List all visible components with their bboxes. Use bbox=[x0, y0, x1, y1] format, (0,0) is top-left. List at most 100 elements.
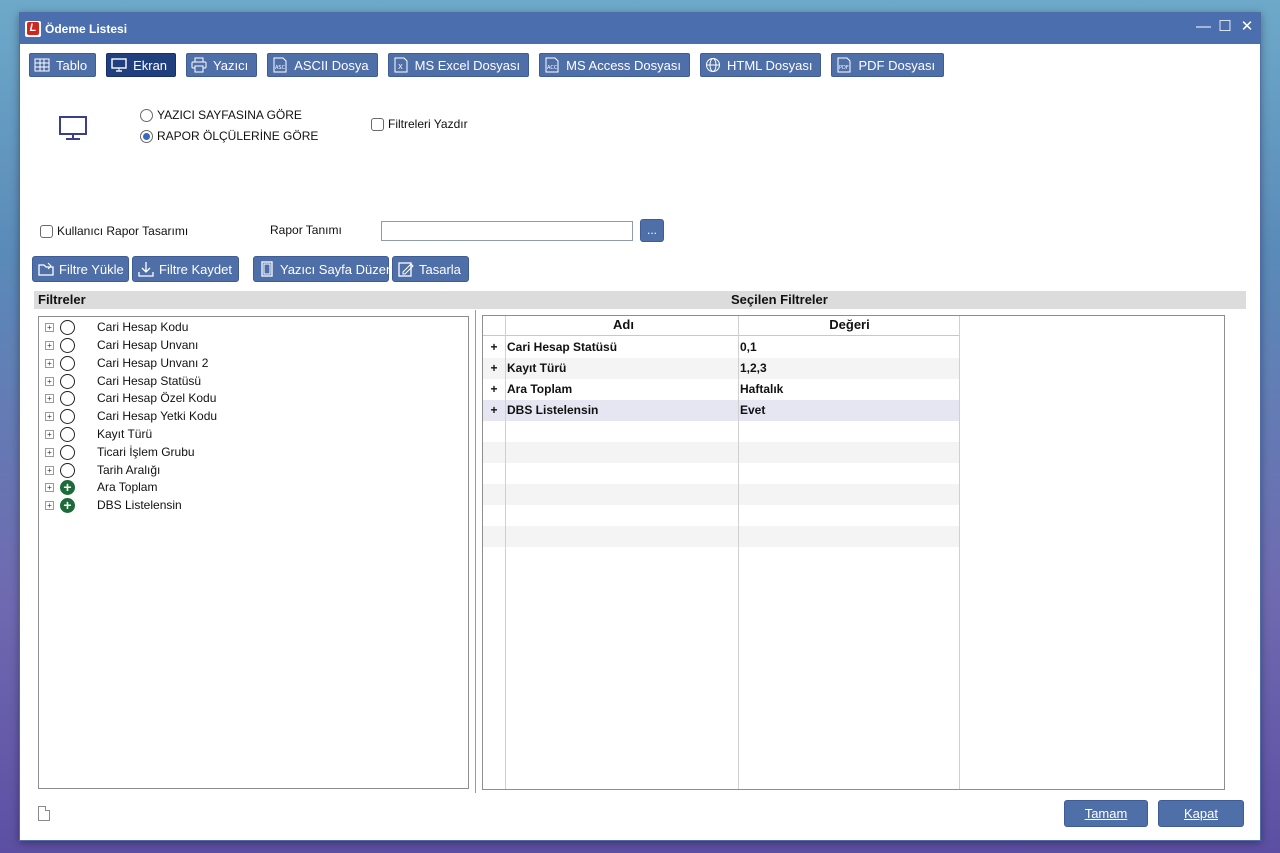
column-header-value[interactable]: Değeri bbox=[740, 317, 959, 332]
tree-item-label: Cari Hesap Unvanı bbox=[97, 338, 199, 352]
tab-pdf[interactable]: PDF PDF Dosyası bbox=[831, 53, 945, 77]
tree-item-label: Cari Hesap Unvanı 2 bbox=[97, 356, 209, 370]
svg-text:X: X bbox=[398, 63, 403, 71]
expand-icon[interactable]: + bbox=[45, 340, 54, 350]
row-expand-marker[interactable]: + bbox=[489, 403, 499, 417]
empty-status-icon bbox=[60, 462, 75, 478]
grid-row[interactable]: + Ara Toplam Haftalık bbox=[483, 379, 959, 400]
report-size-radio[interactable] bbox=[140, 129, 153, 143]
output-tabs: Tablo Ekran Yazıcı ASC ASCII Dosya X MS … bbox=[29, 53, 954, 77]
tree-item-label: Cari Hesap Yetki Kodu bbox=[97, 409, 218, 423]
option-user-report-design[interactable]: Kullanıcı Rapor Tasarımı bbox=[40, 224, 188, 238]
browse-report-button[interactable]: ... bbox=[640, 219, 664, 242]
user-report-design-checkbox[interactable] bbox=[40, 224, 53, 238]
tab-ascii[interactable]: ASC ASCII Dosya bbox=[267, 53, 378, 77]
expand-icon[interactable]: + bbox=[45, 393, 54, 403]
minimize-button[interactable]: — bbox=[1196, 19, 1211, 35]
screen-output-icon bbox=[57, 112, 89, 144]
expand-icon[interactable]: + bbox=[45, 376, 54, 386]
empty-status-icon bbox=[60, 444, 75, 460]
title-bar: L Ödeme Listesi — ☐ ✕ bbox=[20, 13, 1260, 44]
expand-icon[interactable]: + bbox=[45, 500, 54, 510]
tree-item-label: DBS Listelensin bbox=[97, 498, 182, 512]
grid-header: Adı Değeri bbox=[483, 316, 959, 336]
save-filter-label: Filtre Kaydet bbox=[159, 261, 232, 277]
row-expand-marker[interactable]: + bbox=[489, 382, 499, 396]
row-expand-marker[interactable]: + bbox=[489, 340, 499, 354]
expand-icon[interactable]: + bbox=[45, 411, 54, 421]
option-print-filters[interactable]: Filtreleri Yazdır bbox=[371, 117, 468, 131]
window-title: Ödeme Listesi bbox=[45, 21, 128, 36]
grid-row[interactable]: + Cari Hesap Statüsü 0,1 bbox=[483, 337, 959, 358]
design-edit-icon bbox=[397, 260, 415, 278]
print-filters-label: Filtreleri Yazdır bbox=[388, 117, 468, 131]
empty-grid-row bbox=[483, 526, 959, 547]
tab-access[interactable]: ACC MS Access Dosyası bbox=[539, 53, 690, 77]
column-separator bbox=[959, 316, 960, 789]
empty-status-icon bbox=[60, 408, 75, 424]
column-separator bbox=[738, 316, 739, 789]
row-value: Haftalık bbox=[740, 382, 784, 396]
row-name: Kayıt Türü bbox=[507, 361, 567, 375]
user-report-design-label: Kullanıcı Rapor Tasarımı bbox=[57, 224, 189, 238]
empty-grid-row bbox=[483, 547, 959, 568]
expand-icon[interactable]: + bbox=[45, 482, 54, 492]
folder-open-icon bbox=[37, 260, 55, 278]
grid-row[interactable]: + Kayıt Türü 1,2,3 bbox=[483, 358, 959, 379]
access-file-icon: ACC bbox=[544, 57, 560, 73]
printer-page-radio[interactable] bbox=[140, 108, 153, 122]
tab-tablo[interactable]: Tablo bbox=[29, 53, 97, 77]
panel-splitter[interactable] bbox=[475, 310, 476, 793]
tab-label: MS Excel Dosyası bbox=[414, 57, 521, 73]
download-icon bbox=[137, 260, 155, 278]
design-button[interactable]: Tasarla bbox=[392, 256, 469, 282]
option-report-size[interactable]: RAPOR ÖLÇÜLERİNE GÖRE bbox=[140, 129, 318, 143]
save-filter-button[interactable]: Filtre Kaydet bbox=[132, 256, 239, 282]
cancel-button[interactable]: Kapat bbox=[1158, 800, 1244, 827]
column-header-name[interactable]: Adı bbox=[507, 317, 740, 332]
tab-ekran[interactable]: Ekran bbox=[106, 53, 177, 77]
tab-label: PDF Dosyası bbox=[858, 57, 936, 73]
filters-tree: + Cari Hesap Kodu + Cari Hesap Unvanı + … bbox=[38, 316, 469, 789]
tree-item-label: Cari Hesap Statüsü bbox=[97, 374, 202, 388]
empty-status-icon bbox=[60, 373, 75, 389]
expand-icon[interactable]: + bbox=[45, 322, 54, 332]
load-filter-label: Filtre Yükle bbox=[59, 261, 124, 277]
empty-grid-row bbox=[483, 463, 959, 484]
close-window-button[interactable]: ✕ bbox=[1240, 19, 1254, 35]
expand-icon[interactable]: + bbox=[45, 465, 54, 475]
tab-label: MS Access Dosyası bbox=[566, 57, 681, 73]
option-printer-page[interactable]: YAZICI SAYFASINA GÖRE bbox=[140, 108, 302, 122]
expand-icon[interactable]: + bbox=[45, 447, 54, 457]
row-name: Cari Hesap Statüsü bbox=[507, 340, 618, 354]
pdf-file-icon: PDF bbox=[836, 57, 852, 73]
row-expand-marker[interactable]: + bbox=[489, 361, 499, 375]
printer-page-layout-button[interactable]: Yazıcı Sayfa Düzeni bbox=[253, 256, 396, 282]
row-name: Ara Toplam bbox=[507, 382, 573, 396]
tab-yazici[interactable]: Yazıcı bbox=[186, 53, 258, 77]
printer-page-label: YAZICI SAYFASINA GÖRE bbox=[157, 108, 302, 122]
load-filter-button[interactable]: Filtre Yükle bbox=[32, 256, 129, 282]
close-label: Kapat bbox=[1184, 806, 1218, 821]
print-filters-checkbox[interactable] bbox=[371, 117, 384, 131]
set-status-icon: + bbox=[60, 497, 75, 513]
row-value: Evet bbox=[740, 403, 766, 417]
grid-row-selected[interactable]: + DBS Listelensin Evet bbox=[483, 400, 959, 421]
tab-label: Yazıcı bbox=[213, 57, 249, 73]
empty-grid-row bbox=[483, 505, 959, 526]
document-icon[interactable] bbox=[38, 806, 50, 821]
tree-item-label: Ara Toplam bbox=[97, 480, 158, 494]
expand-icon[interactable]: + bbox=[45, 358, 54, 368]
tab-html[interactable]: HTML Dosyası bbox=[700, 53, 822, 77]
empty-status-icon bbox=[60, 426, 75, 442]
ok-button[interactable]: Tamam bbox=[1064, 800, 1148, 827]
tab-excel[interactable]: X MS Excel Dosyası bbox=[387, 53, 530, 77]
report-definition-input[interactable] bbox=[381, 221, 633, 241]
empty-status-icon bbox=[60, 390, 75, 406]
expand-icon[interactable]: + bbox=[45, 429, 54, 439]
row-name: DBS Listelensin bbox=[507, 403, 599, 417]
empty-status-icon bbox=[60, 319, 75, 335]
maximize-button[interactable]: ☐ bbox=[1218, 19, 1232, 35]
printer-page-layout-label: Yazıcı Sayfa Düzeni bbox=[280, 261, 397, 277]
tree-item-label: Ticari İşlem Grubu bbox=[97, 445, 195, 459]
